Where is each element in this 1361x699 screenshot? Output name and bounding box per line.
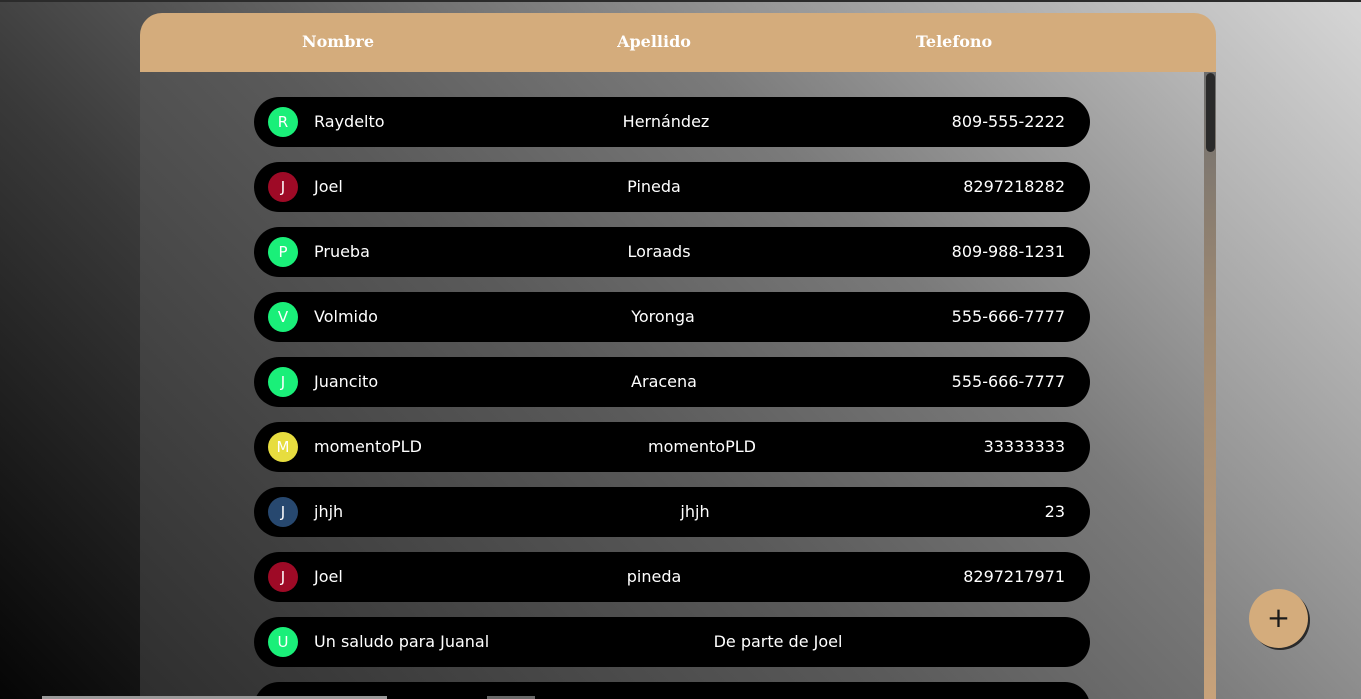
contact-avatar: J: [268, 497, 298, 527]
contact-avatar: V: [268, 302, 298, 332]
contact-row[interactable]: U Un saludo para Juanal De parte de Joel: [254, 617, 1090, 667]
contact-first-name: Un saludo para Juanal: [314, 632, 490, 651]
contact-row[interactable]: M momentoPLD momentoPLD 33333333: [254, 422, 1090, 472]
scrollbar[interactable]: [1204, 72, 1216, 699]
contact-last-name: De parte de Joel: [713, 632, 843, 651]
scrollbar-thumb[interactable]: [1206, 73, 1215, 152]
contact-row[interactable]: J Juancito Aracena 555-666-7777: [254, 357, 1090, 407]
contact-first-name: Joel: [314, 567, 343, 586]
contact-phone: 809-555-2222: [951, 112, 1065, 131]
contact-phone: 33333333: [983, 437, 1065, 456]
contact-first-name: momentoPLD: [314, 437, 422, 456]
contact-first-name: Raydelto: [314, 112, 385, 131]
contact-last-name: Yoronga: [631, 307, 695, 326]
contact-avatar: P: [268, 237, 298, 267]
contact-last-name: pineda: [626, 567, 682, 586]
contact-last-name: momentoPLD: [648, 437, 756, 456]
header-last-name: Apellido: [617, 32, 691, 51]
contact-row[interactable]: J Joel pineda 8297217971: [254, 552, 1090, 602]
contact-phone: 23: [1044, 502, 1065, 521]
contact-last-name: Hernández: [622, 112, 710, 131]
contact-first-name: Joel: [314, 177, 343, 196]
header-phone: Telefono: [915, 32, 993, 51]
add-contact-button[interactable]: +: [1249, 589, 1308, 648]
contact-avatar: U: [268, 627, 298, 657]
contact-avatar: M: [268, 432, 298, 462]
contact-first-name: jhjh: [314, 502, 344, 521]
contact-last-name: Pineda: [627, 177, 681, 196]
contacts-panel: Nombre Apellido Telefono R Raydelto Hern…: [140, 13, 1216, 699]
contact-phone: 809-988-1231: [951, 242, 1065, 261]
header-first-name: Nombre: [301, 32, 375, 51]
table-header: Nombre Apellido Telefono: [140, 13, 1216, 72]
contact-phone: 8297217971: [963, 567, 1065, 586]
contact-avatar: J: [268, 562, 298, 592]
contact-row[interactable]: P Prueba Loraads 809-988-1231: [254, 227, 1090, 277]
plus-icon: +: [1266, 601, 1291, 634]
contact-first-name: Prueba: [314, 242, 370, 261]
contact-row[interactable]: R Raydelto Hernández 809-555-2222: [254, 97, 1090, 147]
contact-avatar: J: [268, 367, 298, 397]
contact-last-name: Loraads: [627, 242, 691, 261]
contact-phone: 555-666-7777: [951, 372, 1065, 391]
contacts-list[interactable]: R Raydelto Hernández 809-555-2222 J Joel…: [140, 72, 1216, 699]
contact-last-name: jhjh: [680, 502, 710, 521]
contact-first-name: Juancito: [314, 372, 379, 391]
contact-last-name: Aracena: [631, 372, 697, 391]
contact-avatar: J: [268, 172, 298, 202]
contact-row[interactable]: J jhjh jhjh 23: [254, 487, 1090, 537]
contact-row[interactable]: J Joel Pineda 8297218282: [254, 162, 1090, 212]
contact-first-name: Volmido: [314, 307, 378, 326]
window-top-border: [0, 0, 1361, 2]
contact-phone: 8297218282: [963, 177, 1065, 196]
contact-phone: 555-666-7777: [951, 307, 1065, 326]
contact-avatar: R: [268, 107, 298, 137]
contact-row[interactable]: V Volmido Yoronga 555-666-7777: [254, 292, 1090, 342]
